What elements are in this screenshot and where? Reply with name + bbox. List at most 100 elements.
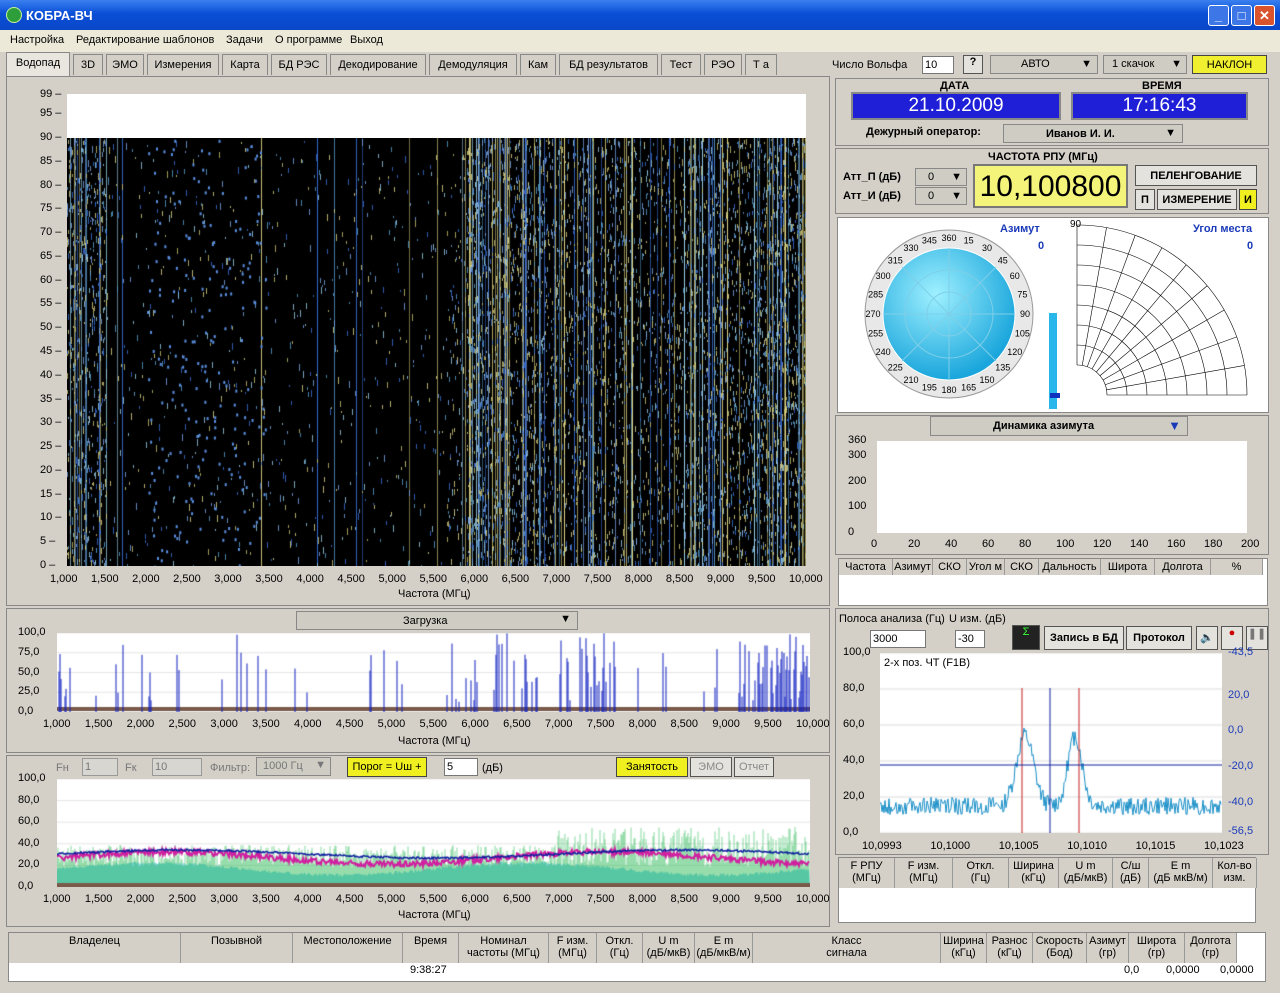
att-p-dropdown[interactable]: 0 ▼ <box>915 168 967 186</box>
record-db-button[interactable]: Запись в БД <box>1044 626 1124 650</box>
filter-dropdown[interactable]: 1000 Гц ▼ <box>256 757 331 776</box>
operator-dropdown[interactable]: Иванов И. И. ▼ <box>1003 124 1183 143</box>
waterfall-ytick: 15 – <box>40 487 62 500</box>
minimize-button[interactable]: _ <box>1208 5 1229 26</box>
wolf-input[interactable]: 10 <box>922 56 954 74</box>
waterfall-xtick: 7,500 <box>583 573 612 585</box>
p-button[interactable]: П <box>1135 189 1155 210</box>
dynamics-ytick: 300 <box>848 449 867 462</box>
fn-input[interactable]: 1 <box>82 758 118 776</box>
load-xtick: 4,500 <box>335 718 364 730</box>
occupancy-xtick: 4,000 <box>294 893 322 905</box>
i-button[interactable]: И <box>1239 189 1257 210</box>
att-i-dropdown[interactable]: 0 ▼ <box>915 187 967 205</box>
step-dropdown[interactable]: 1 скачок ▼ <box>1103 55 1187 74</box>
threshold-input[interactable]: 5 <box>444 758 478 776</box>
fn-label: Fн <box>56 762 69 774</box>
azimuth-tick: 75 <box>1017 289 1027 299</box>
occupancy-xtick: 2,500 <box>168 893 197 905</box>
spectrum-xtick: 10,0993 <box>862 840 902 852</box>
protocol-button[interactable]: Протокол <box>1126 626 1192 650</box>
table-header: U m (дБ/мкВ) <box>1059 858 1113 888</box>
tab-test[interactable]: Тест <box>661 54 701 75</box>
result-table: Частота Азимут СКО Угол м СКО Дальность Широта… <box>838 558 1268 606</box>
dynamics-xtick: 160 <box>1167 538 1186 550</box>
dynamics-plot <box>877 441 1247 533</box>
load-dropdown[interactable]: Загрузка ▼ <box>296 611 578 630</box>
tab-demodulation[interactable]: Демодуляция <box>429 54 517 75</box>
waterfall-ytick: 50 – <box>40 321 62 334</box>
occupancy-xtick: 9,500 <box>754 893 782 905</box>
chevron-down-icon: ▼ <box>1081 58 1092 70</box>
azimuth-tick: 255 <box>868 329 883 339</box>
occupancy-xlabel: Частота (МГц) <box>398 909 471 921</box>
load-xtick: 5,000 <box>377 718 406 730</box>
table-header: Дальность <box>1039 559 1101 575</box>
tab-3d[interactable]: 3D <box>73 54 103 75</box>
waterfall-ytick: 90 – <box>40 131 62 143</box>
waterfall-ytick: 40 – <box>40 368 62 381</box>
waterfall-ytick: 0 – <box>40 559 56 571</box>
tab-map[interactable]: Карта <box>222 54 268 75</box>
tab-emo[interactable]: ЭМО <box>106 54 144 75</box>
busy-button[interactable]: Занятость <box>616 757 688 777</box>
tab-decoding[interactable]: Декодирование <box>330 54 426 75</box>
spectrum-ytick-right: -56,5 <box>1228 825 1254 837</box>
azimuth-value: 0 <box>1038 240 1045 252</box>
measure-button[interactable]: ИЗМЕРЕНИЕ <box>1157 189 1237 210</box>
row-time: 9:38:27 <box>410 964 447 976</box>
table-header: Скорость (Бод) <box>1033 933 1087 963</box>
menu-item-templates[interactable]: Редактирование шаблонов <box>76 34 214 46</box>
menu-item-exit[interactable]: Выход <box>350 34 383 46</box>
spectrum-xtick: 10,1015 <box>1135 840 1176 852</box>
dynamics-dropdown[interactable]: Динамика азимута ▼ <box>930 416 1188 436</box>
tab-ta[interactable]: Т а <box>745 54 777 75</box>
help-button[interactable]: ? <box>963 55 983 74</box>
menu-item-settings[interactable]: Настройка <box>10 34 64 46</box>
close-button[interactable]: ✕ <box>1254 5 1275 26</box>
tilt-button[interactable]: НАКЛОН <box>1192 55 1267 74</box>
menu-item-about[interactable]: О программе <box>275 34 342 46</box>
tab-measurements[interactable]: Измерения <box>147 54 219 75</box>
tab-reo[interactable]: РЭО <box>704 54 742 75</box>
chevron-down-icon: ▼ <box>560 613 571 625</box>
load-ytick: 100,0 <box>18 626 46 638</box>
table-header: Частота <box>839 559 893 575</box>
waterfall-ytick: 25 – <box>40 440 62 453</box>
spectrum-ytick-right: -20,0 <box>1228 760 1254 772</box>
load-xtick: 9,000 <box>712 718 740 730</box>
tab-cam[interactable]: Кам <box>520 54 556 75</box>
load-xtick: 6,000 <box>461 718 489 730</box>
maximize-button[interactable]: □ <box>1231 5 1252 26</box>
tab-db-res[interactable]: БД РЭС <box>271 54 327 75</box>
menu-item-tasks[interactable]: Задачи <box>226 34 263 46</box>
time-display: 17:16:43 <box>1071 92 1248 120</box>
azimuth-tick: 60 <box>1010 271 1020 281</box>
direction-finding-button[interactable]: ПЕЛЕНГОВАНИЕ <box>1135 165 1257 186</box>
rpu-freq-display[interactable]: 10,100800 <box>973 164 1128 208</box>
speaker-icon[interactable]: 🔈 <box>1196 626 1218 650</box>
sum-icon[interactable]: Σ <box>1012 625 1040 650</box>
threshold-button[interactable]: Порог = Uш + <box>347 757 427 777</box>
waterfall-empty-area <box>67 94 806 138</box>
table-header: Время <box>403 933 459 963</box>
elevation-label: Угол места <box>1193 223 1253 235</box>
wolf-label: Число Вольфа <box>832 59 908 71</box>
table-header: Номинал частоты (МГц) <box>459 933 549 963</box>
u-input[interactable]: -30 <box>955 630 985 648</box>
fk-input[interactable]: 10 <box>152 758 202 776</box>
time-label: ВРЕМЯ <box>1142 80 1182 92</box>
waterfall-xtick: 5,500 <box>419 573 448 585</box>
dynamics-xtick: 120 <box>1093 538 1112 550</box>
occupancy-xtick: 1,000 <box>43 893 71 905</box>
tab-waterfall[interactable]: Водопад <box>6 52 70 76</box>
emo-button[interactable]: ЭМО <box>690 757 732 777</box>
tab-db-results[interactable]: БД результатов <box>559 54 658 75</box>
mode-dropdown[interactable]: АВТО ▼ <box>990 55 1098 74</box>
report-button[interactable]: Отчет <box>734 757 774 777</box>
occupancy-xtick: 5,500 <box>419 893 448 905</box>
azimuth-tick: 300 <box>876 271 891 281</box>
load-xtick: 3,000 <box>210 718 238 730</box>
waterfall-xtick: 9,000 <box>706 573 735 585</box>
band-input[interactable]: 3000 <box>870 630 926 648</box>
